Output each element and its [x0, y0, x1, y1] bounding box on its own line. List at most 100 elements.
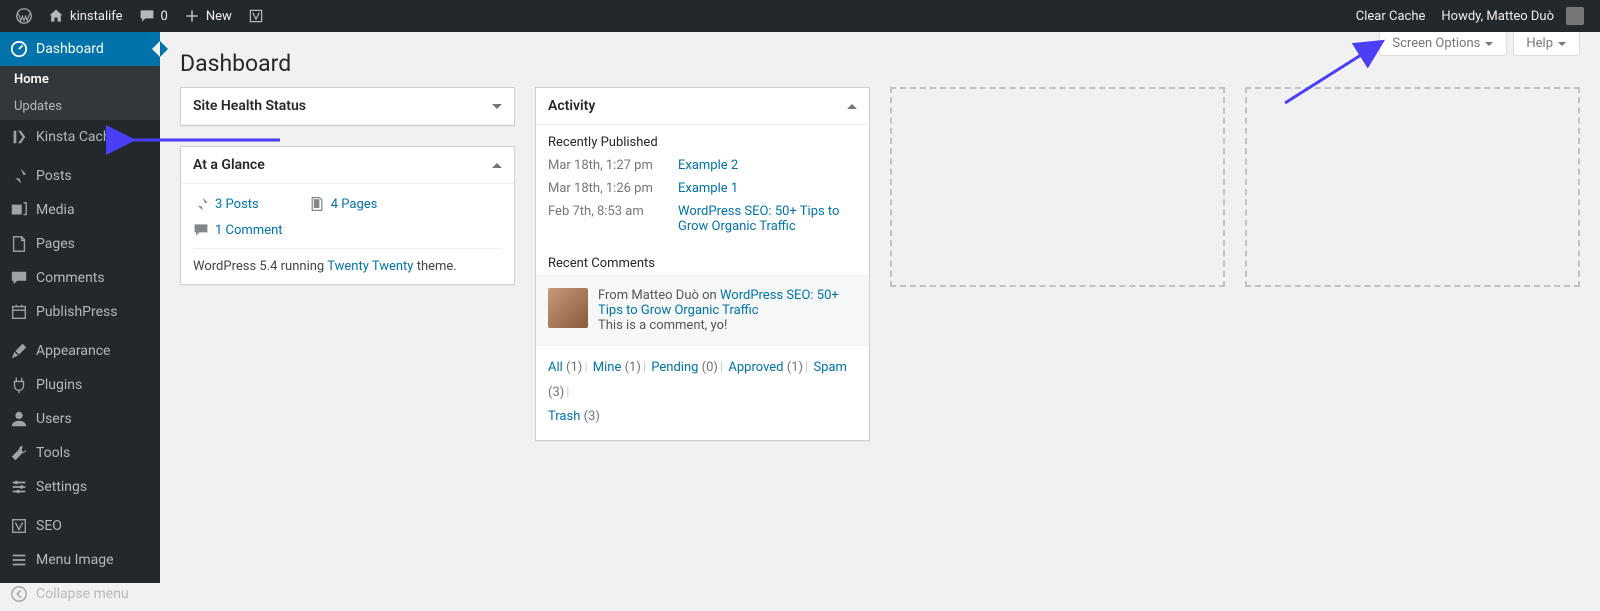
- toolbar-new-label: New: [206, 9, 232, 24]
- glance-version-suffix: theme.: [413, 259, 456, 274]
- widget-site-health-title: Site Health Status: [193, 98, 306, 114]
- widget-activity-header[interactable]: Activity: [536, 88, 869, 125]
- sidebar-item-kinsta-cache[interactable]: Kinsta Cache: [0, 120, 160, 154]
- widget-at-a-glance: At a Glance 3 Posts 4 Pages: [180, 146, 515, 285]
- sidebar-item-media[interactable]: Media: [0, 193, 160, 227]
- help-label: Help: [1526, 36, 1553, 51]
- glance-theme-link[interactable]: Twenty Twenty: [327, 259, 413, 274]
- media-icon: [10, 201, 28, 219]
- empty-widget-drop[interactable]: [890, 87, 1225, 287]
- sidebar-label-comments: Comments: [36, 270, 105, 286]
- screen-options-tab[interactable]: Screen Options: [1379, 32, 1507, 56]
- sidebar-item-plugins[interactable]: Plugins: [0, 368, 160, 402]
- widget-site-health-header[interactable]: Site Health Status: [181, 88, 514, 125]
- sidebar-subitem-updates[interactable]: Updates: [0, 93, 160, 120]
- menu-icon: [10, 551, 28, 569]
- filter-trash-count: (3): [580, 409, 600, 424]
- filter-trash[interactable]: Trash: [548, 409, 580, 424]
- sidebar-subitem-home[interactable]: Home: [0, 66, 160, 93]
- activity-comment: From Matteo Duò on WordPress SEO: 50+ Ti…: [536, 275, 869, 345]
- dashboard-col-1: Site Health Status At a Glance 3 Posts: [180, 87, 515, 285]
- activity-post-title[interactable]: WordPress SEO: 50+ Tips to Grow Organic …: [678, 204, 857, 234]
- sidebar-item-dashboard[interactable]: Dashboard: [0, 32, 160, 66]
- help-tab[interactable]: Help: [1513, 32, 1580, 56]
- toggle-up-icon[interactable]: [847, 104, 857, 109]
- filter-all[interactable]: All: [548, 360, 563, 375]
- screen-meta-tabs: Screen Options Help: [1379, 32, 1580, 56]
- toggle-down-icon[interactable]: [492, 104, 502, 109]
- activity-post-date: Mar 18th, 1:27 pm: [548, 158, 668, 173]
- sidebar-item-publishpress[interactable]: PublishPress: [0, 295, 160, 329]
- activity-post-date: Mar 18th, 1:26 pm: [548, 181, 668, 196]
- filter-approved-count: (1): [784, 360, 804, 375]
- yoast-seo-icon: [10, 517, 28, 535]
- toolbar-comments-count: 0: [161, 9, 168, 24]
- sidebar-item-posts[interactable]: Posts: [0, 159, 160, 193]
- screen-options-label: Screen Options: [1392, 36, 1480, 51]
- filter-pending-count: (0): [698, 360, 718, 375]
- activity-recent-comments: Recent Comments: [536, 246, 869, 275]
- dashboard-col-3: [890, 87, 1225, 287]
- filter-approved[interactable]: Approved: [728, 360, 783, 375]
- pages-icon: [309, 196, 325, 212]
- sidebar-label-dashboard: Dashboard: [36, 41, 104, 57]
- sidebar-label-menu-image: Menu Image: [36, 552, 114, 568]
- widget-site-health: Site Health Status: [180, 87, 515, 126]
- kinsta-icon: [10, 128, 28, 146]
- activity-post-row: Feb 7th, 8:53 am WordPress SEO: 50+ Tips…: [548, 200, 857, 238]
- dashboard-col-2: Activity Recently Published Mar 18th, 1:…: [535, 87, 870, 441]
- glance-version-prefix: WordPress 5.4 running: [193, 259, 327, 274]
- plus-icon: [184, 8, 200, 24]
- sidebar-item-comments[interactable]: Comments: [0, 261, 160, 295]
- toggle-up-icon[interactable]: [492, 163, 502, 168]
- plugin-icon: [10, 376, 28, 394]
- filter-spam[interactable]: Spam: [813, 360, 847, 375]
- sidebar-label-pages: Pages: [36, 236, 75, 252]
- filter-pending[interactable]: Pending: [651, 360, 698, 375]
- sidebar-item-appearance[interactable]: Appearance: [0, 334, 160, 368]
- comments-icon: [10, 269, 28, 287]
- sidebar-item-users[interactable]: Users: [0, 402, 160, 436]
- empty-widget-drop[interactable]: [1245, 87, 1580, 287]
- glance-posts-label: 3 Posts: [215, 197, 259, 212]
- filter-mine-count: (1): [621, 360, 641, 375]
- activity-post-title[interactable]: Example 2: [678, 158, 738, 173]
- user-icon: [10, 410, 28, 428]
- dashboard-icon: [10, 40, 28, 58]
- filter-mine[interactable]: Mine: [593, 360, 622, 375]
- filter-all-count: (1): [563, 360, 583, 375]
- chevron-down-icon: [1557, 39, 1567, 49]
- sidebar-item-tools[interactable]: Tools: [0, 436, 160, 470]
- wp-logo[interactable]: [8, 0, 40, 32]
- glance-version: WordPress 5.4 running Twenty Twenty them…: [193, 248, 502, 274]
- widget-activity-title: Activity: [548, 98, 595, 114]
- glance-posts[interactable]: 3 Posts: [193, 196, 259, 212]
- sidebar-label-media: Media: [36, 202, 75, 218]
- toolbar-new[interactable]: New: [176, 0, 240, 32]
- yoast-icon: [248, 8, 264, 24]
- toolbar-yoast[interactable]: [240, 0, 272, 32]
- activity-post-date: Feb 7th, 8:53 am: [548, 204, 668, 234]
- sidebar-item-seo[interactable]: SEO: [0, 509, 160, 543]
- sidebar-label-plugins: Plugins: [36, 377, 82, 393]
- wrench-icon: [10, 444, 28, 462]
- sidebar-item-menu-image[interactable]: Menu Image: [0, 543, 160, 577]
- toolbar-comments[interactable]: 0: [131, 0, 176, 32]
- widget-glance-header[interactable]: At a Glance: [181, 147, 514, 184]
- clear-cache-label: Clear Cache: [1356, 9, 1426, 24]
- glance-pages[interactable]: 4 Pages: [309, 196, 378, 212]
- activity-post-title[interactable]: Example 1: [678, 181, 738, 196]
- comment-body: This is a comment, yo!: [598, 318, 727, 333]
- site-name[interactable]: kinstalife: [40, 0, 131, 32]
- sidebar-item-pages[interactable]: Pages: [0, 227, 160, 261]
- sidebar-item-settings[interactable]: Settings: [0, 470, 160, 504]
- sidebar-label-users: Users: [36, 411, 72, 427]
- sidebar-item-collapse[interactable]: Collapse menu: [0, 577, 160, 611]
- dashboard-col-4: [1245, 87, 1580, 287]
- sidebar-label-settings: Settings: [36, 479, 87, 495]
- glance-comments[interactable]: 1 Comment: [193, 222, 502, 248]
- toolbar-clear-cache[interactable]: Clear Cache: [1348, 0, 1434, 32]
- toolbar-account[interactable]: Howdy, Matteo Duò: [1433, 0, 1592, 32]
- site-name-label: kinstalife: [70, 9, 123, 24]
- wordpress-icon: [16, 8, 32, 24]
